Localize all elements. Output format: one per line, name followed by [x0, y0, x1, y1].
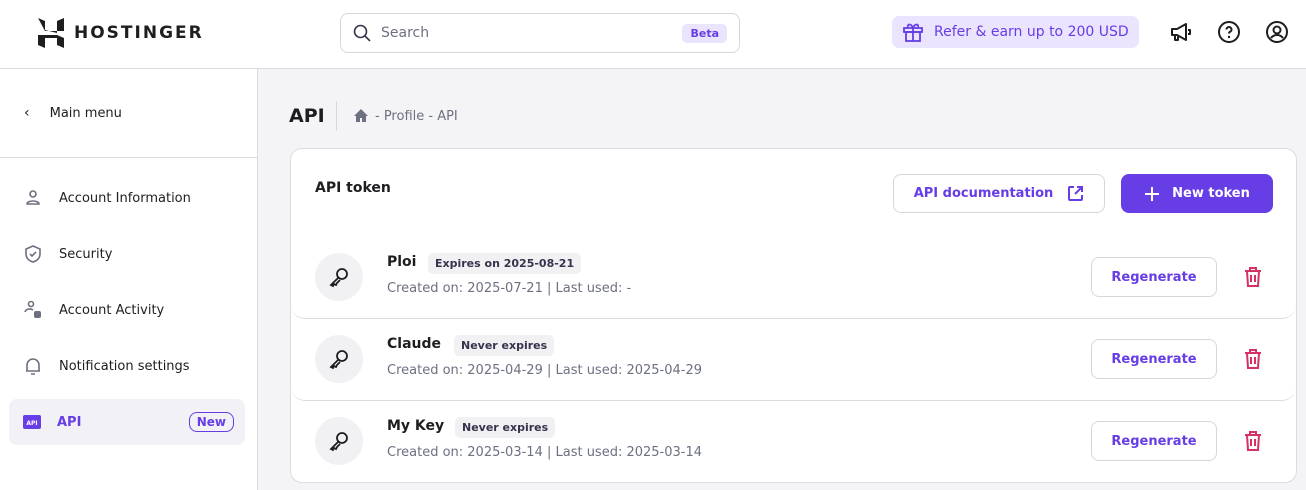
main-menu-link[interactable]: ‹ Main menu	[0, 69, 257, 158]
help-icon[interactable]	[1217, 20, 1241, 44]
home-icon[interactable]	[353, 108, 369, 124]
beta-badge: Beta	[682, 23, 727, 43]
search-box[interactable]: Beta	[340, 13, 740, 53]
trash-icon[interactable]	[1242, 266, 1264, 288]
svg-text:API: API	[26, 420, 37, 427]
breadcrumb-path[interactable]: - Profile - API	[375, 109, 458, 124]
sidebar: ‹ Main menu Account Information Security…	[0, 69, 258, 490]
new-badge: New	[188, 412, 234, 432]
sidebar-item-account-activity[interactable]: Account Activity	[9, 287, 245, 333]
sidebar-item-security[interactable]: Security	[9, 231, 245, 277]
search-icon	[353, 24, 371, 42]
regenerate-button[interactable]: Regenerate	[1091, 339, 1217, 379]
token-meta: Created on: 2025-07-21 | Last used: -	[387, 281, 632, 296]
plus-icon	[1145, 186, 1160, 201]
trash-icon[interactable]	[1242, 430, 1264, 452]
user-icon	[26, 190, 40, 205]
page-title: API	[289, 105, 325, 127]
account-icon[interactable]	[1265, 20, 1289, 44]
new-token-label: New token	[1172, 186, 1250, 201]
api-token-card: API token API documentation New token Pl…	[290, 148, 1297, 483]
chevron-left-icon: ‹	[24, 105, 30, 121]
external-link-icon	[1068, 186, 1084, 201]
top-header: HOSTINGER Beta Refer & earn up to 200 US…	[0, 0, 1306, 69]
key-icon	[315, 253, 363, 301]
megaphone-icon[interactable]	[1169, 20, 1193, 44]
key-icon	[315, 417, 363, 465]
api-documentation-label: API documentation	[913, 186, 1054, 201]
hostinger-logo-icon	[38, 18, 64, 48]
shield-icon	[25, 245, 41, 263]
new-token-button[interactable]: New token	[1121, 174, 1273, 213]
token-meta: Created on: 2025-03-14 | Last used: 2025…	[387, 445, 703, 460]
sidebar-item-label: Account Activity	[59, 302, 165, 318]
expiry-badge: Never expires	[455, 417, 556, 438]
token-row: Claude Never expires Created on: 2025-04…	[291, 321, 1296, 401]
key-icon	[315, 335, 363, 383]
refer-button[interactable]: Refer & earn up to 200 USD	[892, 16, 1139, 48]
breadcrumb: - Profile - API	[336, 101, 458, 131]
sidebar-item-label: API	[57, 414, 82, 430]
card-title: API token	[315, 180, 391, 196]
token-row: My Key Never expires Created on: 2025-03…	[291, 403, 1296, 482]
sidebar-item-notification-settings[interactable]: Notification settings	[9, 343, 245, 389]
token-name: Ploi	[387, 254, 417, 270]
refer-label: Refer & earn up to 200 USD	[934, 24, 1129, 40]
api-icon: API	[23, 415, 41, 429]
sidebar-item-api[interactable]: API API New	[9, 399, 245, 445]
expiry-badge: Never expires	[454, 335, 555, 356]
sidebar-item-account-information[interactable]: Account Information	[9, 175, 245, 221]
logo-text: HOSTINGER	[74, 23, 204, 43]
regenerate-button[interactable]: Regenerate	[1091, 421, 1217, 461]
regenerate-button[interactable]: Regenerate	[1091, 257, 1217, 297]
search-input[interactable]	[381, 25, 683, 41]
token-name: My Key	[387, 418, 445, 434]
bell-icon	[26, 358, 40, 375]
sidebar-item-label: Security	[59, 246, 113, 262]
main-menu-label: Main menu	[49, 105, 122, 121]
sidebar-item-label: Notification settings	[59, 358, 190, 374]
sidebar-item-label: Account Information	[59, 190, 191, 206]
hostinger-logo[interactable]: HOSTINGER	[38, 18, 204, 48]
trash-icon[interactable]	[1242, 348, 1264, 370]
token-name: Claude	[387, 336, 442, 352]
token-row: Ploi Expires on 2025-08-21 Created on: 2…	[291, 239, 1296, 319]
gift-icon	[903, 23, 923, 42]
api-documentation-button[interactable]: API documentation	[893, 174, 1105, 213]
token-meta: Created on: 2025-04-29 | Last used: 2025…	[387, 363, 703, 378]
activity-icon	[24, 300, 41, 318]
expiry-badge: Expires on 2025-08-21	[428, 253, 582, 274]
